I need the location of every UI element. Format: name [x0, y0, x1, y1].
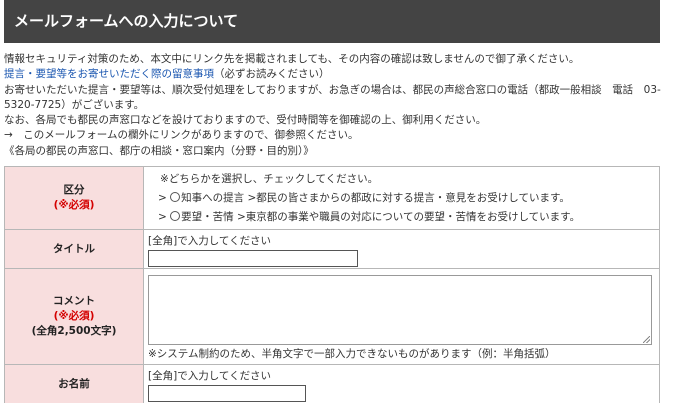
- form-row-kubun: 区分 (※必須) ※どちらかを選択し、チェックしてください。 > 知事への提言 …: [4, 166, 660, 230]
- title-label-cell: タイトル: [4, 229, 144, 269]
- kubun-option-label: 知事への提言 >都民の皆さまからの都政に対する提言・意見をお受けしています。: [181, 191, 570, 204]
- intro-guidelines-line: 提言・要望等をお寄せいただく際の留意事項（必ずお読みください）: [4, 67, 664, 82]
- comment-required-badge: (※必須): [53, 310, 95, 322]
- intro-bureau-note: なお、各局でも都民の声窓口などを設けておりますので、受付時間等を御確認の上、御利…: [4, 114, 487, 127]
- name-label-cell: お名前: [4, 364, 144, 403]
- comment-label-cell: コメント (※必須) (全角2,500文字): [4, 268, 144, 365]
- kubun-option-label: 要望・苦情 >東京都の事業や職員の対応についての要望・苦情をお受けしています。: [181, 210, 581, 223]
- resize-grip-icon[interactable]: [643, 336, 650, 343]
- kubun-option-prefix: >: [158, 210, 167, 223]
- inquiry-form: 区分 (※必須) ※どちらかを選択し、チェックしてください。 > 知事への提言 …: [4, 166, 660, 403]
- kubun-label-cell: 区分 (※必須): [4, 166, 144, 230]
- guidelines-link[interactable]: 提言・要望等をお寄せいただく際の留意事項: [4, 68, 214, 80]
- page-header: メールフォームへの入力について: [4, 0, 660, 43]
- name-input[interactable]: [148, 385, 306, 402]
- comment-label: コメント: [53, 295, 95, 307]
- name-input-hint: [全角]で入力してください: [148, 370, 272, 382]
- page-title: メールフォームへの入力について: [14, 12, 239, 30]
- guidelines-link-suffix: （必ずお読みください）: [214, 68, 330, 81]
- kubun-note: ※どちらかを選択し、チェックしてください。: [160, 172, 379, 185]
- intro-windows-list: 《各局の都民の声窓口、都庁の相談・窓口案内（分野・目的別）》: [4, 144, 314, 157]
- comment-system-note: ※システム制約のため、半角文字で一部入力できないものがあります（例：半角括弧）: [148, 348, 556, 360]
- intro-phone-note: お寄せいただいた提言・要望等は、順次受付処理をしておりますが、お急ぎの場合は、都…: [4, 83, 661, 111]
- kubun-required-badge: (※必須): [53, 199, 95, 211]
- kubun-option-proposal[interactable]: > 知事への提言 >都民の皆さまからの都政に対する提言・意見をお受けしています。: [148, 191, 659, 206]
- intro-text: 情報セキュリティ対策のため、本文中にリンク先を掲載されましても、その内容の確認は…: [4, 52, 664, 159]
- comment-field-cell: ※システム制約のため、半角文字で一部入力できないものがあります（例：半角括弧）: [143, 268, 660, 365]
- name-label: お名前: [58, 378, 90, 390]
- kubun-label: 区分: [63, 184, 85, 196]
- kubun-option-prefix: >: [158, 191, 167, 204]
- comment-limit: (全角2,500文字): [31, 325, 117, 337]
- kubun-field-cell: ※どちらかを選択し、チェックしてください。 > 知事への提言 >都民の皆さまから…: [143, 166, 660, 230]
- name-field-cell: [全角]で入力してください: [143, 364, 660, 403]
- title-label: タイトル: [53, 242, 95, 255]
- kubun-option-request[interactable]: > 要望・苦情 >東京都の事業や職員の対応についての要望・苦情をお受けしています…: [148, 210, 659, 225]
- request-radio[interactable]: [170, 210, 181, 221]
- form-row-name: お名前 [全角]で入力してください: [4, 364, 660, 403]
- proposal-radio[interactable]: [170, 191, 181, 202]
- title-field-cell: [全角]で入力してください: [143, 229, 660, 269]
- title-input-hint: [全角]で入力してください: [148, 234, 272, 247]
- intro-link-note: → このメールフォームの欄外にリンクがありますので、御参照ください。: [4, 129, 359, 142]
- form-row-title: タイトル [全角]で入力してください: [4, 229, 660, 269]
- comment-textarea[interactable]: [148, 275, 652, 345]
- intro-security-note: 情報セキュリティ対策のため、本文中にリンク先を掲載されましても、その内容の確認は…: [4, 53, 580, 65]
- title-input[interactable]: [148, 249, 358, 267]
- form-row-comment: コメント (※必須) (全角2,500文字) ※システム制約のため、半角文字で一…: [4, 268, 660, 365]
